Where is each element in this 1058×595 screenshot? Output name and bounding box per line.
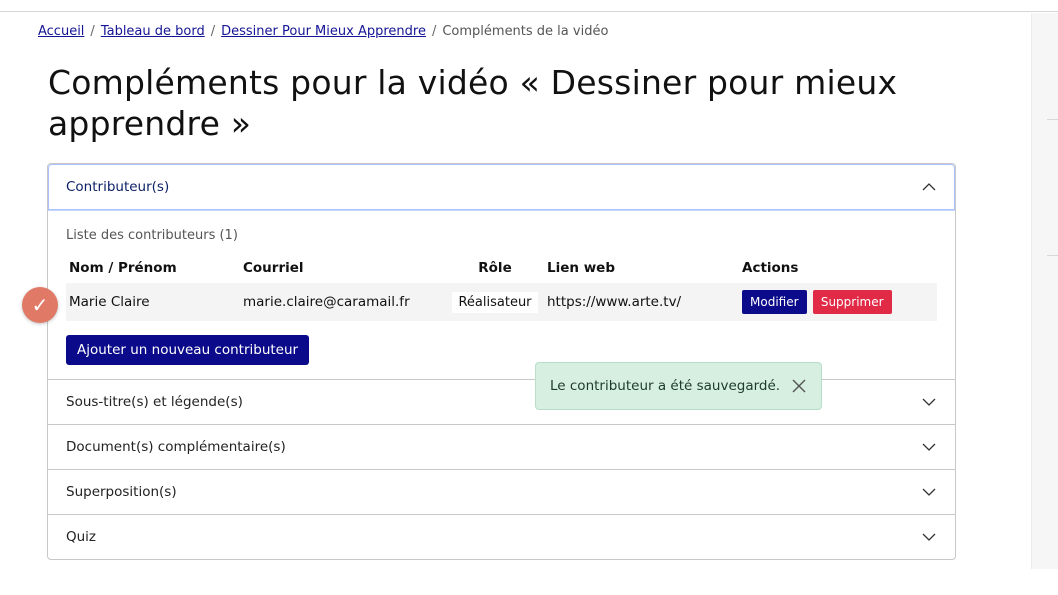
table-header-row: Nom / Prénom Courriel Rôle Lien web Acti… [66,253,937,283]
accordion-header-overlays[interactable]: Superposition(s) [48,470,955,514]
accordion-item-documents: Document(s) complémentaire(s) [48,424,955,469]
panel-divider [1047,255,1058,256]
toast-message: Le contributeur a été sauvegardé. [550,378,781,394]
check-icon: ✓ [22,287,58,323]
breadcrumb-current: Compléments de la vidéo [442,24,609,39]
breadcrumb: Accueil / Tableau de bord / Dessiner Pour Mi… [38,24,608,39]
breadcrumb-link-home[interactable]: Accueil [38,24,84,39]
breadcrumb-separator: / [210,24,216,39]
accordion-header-contributors[interactable]: Contributeur(s) [48,164,955,210]
edit-contributor-button[interactable]: Modifier [742,290,807,314]
chevron-down-icon [922,530,936,544]
close-icon[interactable] [791,378,807,394]
table-row: Marie Claire marie.claire@caramail.fr Ré… [66,283,937,321]
contributor-name: Marie Claire [66,283,240,321]
right-side-panel [1031,13,1058,569]
breadcrumb-link-dashboard[interactable]: Tableau de bord [101,24,205,39]
column-header-web: Lien web [547,260,615,276]
contributor-role-cell: Réalisateur [446,283,544,321]
add-contributor-button[interactable]: Ajouter un nouveau contributeur [66,335,310,365]
page-title: Compléments pour la vidéo « Dessiner pou… [48,63,898,143]
accordion-label: Sous-titre(s) et légende(s) [66,394,243,410]
panel-divider [1047,119,1058,120]
accordion-item-contributors: Contributeur(s) Liste des contributeurs … [48,164,955,379]
breadcrumb-separator: / [431,24,437,39]
accordion-label: Quiz [66,529,97,545]
accordion-header-quiz[interactable]: Quiz [48,515,955,559]
breadcrumb-separator: / [90,24,95,39]
accordion-label: Document(s) complémentaire(s) [66,439,286,455]
chevron-down-icon [922,485,936,499]
accordion-item-quiz: Quiz [48,514,955,559]
chevron-up-icon [922,180,936,194]
contributor-role: Réalisateur [452,291,538,313]
success-toast: Le contributeur a été sauvegardé. [535,362,822,410]
contributor-email: marie.claire@caramail.fr [240,283,446,321]
column-header-role: Rôle [478,260,512,276]
column-header-name: Nom / Prénom [69,260,177,276]
contributors-table: Nom / Prénom Courriel Rôle Lien web Acti… [66,253,937,321]
column-header-email: Courriel [243,260,304,276]
column-header-actions: Actions [742,260,799,276]
delete-contributor-button[interactable]: Supprimer [812,290,892,314]
contributors-list-caption: Liste des contributeurs (1) [66,228,238,243]
accordion-label: Superposition(s) [66,484,177,500]
top-bar [0,0,1058,12]
accordion-label: Contributeur(s) [66,179,170,195]
accordion-header-documents[interactable]: Document(s) complémentaire(s) [48,425,955,469]
contributor-actions: Modifier Supprimer [739,283,937,321]
chevron-down-icon [922,395,936,409]
accordion-item-overlays: Superposition(s) [48,469,955,514]
contributors-panel: Liste des contributeurs (1) Nom / Prénom… [48,210,955,379]
chevron-down-icon [922,440,936,454]
contributor-web: https://www.arte.tv/ [544,283,739,321]
breadcrumb-link-video[interactable]: Dessiner Pour Mieux Apprendre [221,24,426,39]
